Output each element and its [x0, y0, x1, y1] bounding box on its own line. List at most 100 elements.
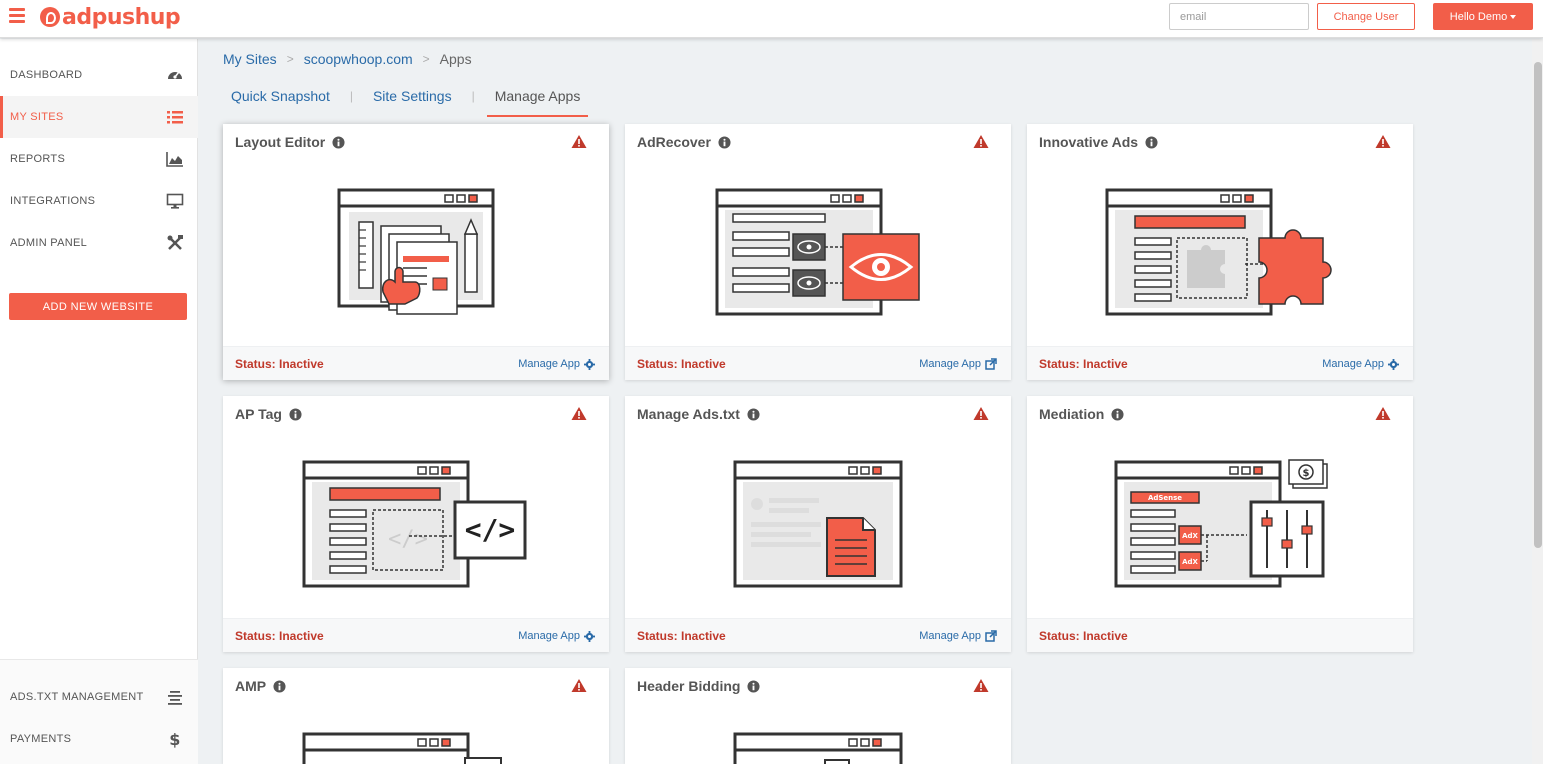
tab-site-settings[interactable]: Site Settings [365, 82, 460, 117]
sidebar-item-my-sites[interactable]: MY SITES [0, 96, 198, 138]
manage-app-link[interactable]: Manage App [518, 630, 595, 642]
sidebar-item-payments[interactable]: PAYMENTS $ [0, 718, 198, 760]
tab-quick-snapshot[interactable]: Quick Snapshot [223, 82, 338, 117]
sidebar-item-label: INTEGRATIONS [10, 195, 96, 207]
manage-app-link[interactable]: Manage App [518, 358, 595, 370]
app-card-header-bidding[interactable]: Header Bidding [625, 668, 1011, 764]
breadcrumb: My Sites > scoopwhoop.com > Apps [223, 51, 472, 67]
info-icon[interactable] [332, 135, 345, 149]
info-icon[interactable] [1145, 135, 1158, 149]
card-footer: Status: Inactive [1027, 618, 1413, 652]
card-title-text: Layout Editor [235, 134, 326, 150]
card-footer: Status: Inactive Manage App [625, 618, 1011, 652]
info-icon[interactable] [747, 407, 760, 421]
manage-app-link[interactable]: Manage App [919, 358, 997, 370]
adpushup-logo[interactable]: adpushup [40, 4, 181, 30]
status-text: Status: Inactive [1039, 629, 1128, 643]
card-title: Layout Editor [235, 134, 345, 150]
info-icon[interactable] [273, 679, 286, 693]
site-tabs: Quick Snapshot | Site Settings | Manage … [223, 82, 589, 117]
app-card-manage-ads-txt[interactable]: Manage Ads.txt Status: Inactive Manage A… [625, 396, 1011, 652]
adrecover-illustration [715, 188, 920, 316]
warning-icon [1375, 407, 1391, 420]
breadcrumb-separator: > [422, 52, 430, 66]
logo-text: adpushup [62, 4, 181, 30]
manage-app-link[interactable]: Manage App [1322, 358, 1399, 370]
app-card-layout-editor[interactable]: Layout Editor Status: Inactive Manage Ap… [223, 124, 609, 380]
manage-app-link[interactable]: Manage App [919, 630, 997, 642]
sidebar-item-label: PAYMENTS [10, 733, 72, 745]
email-input[interactable] [1169, 3, 1309, 30]
status-text: Status: Inactive [637, 357, 726, 371]
card-title-text: AP Tag [235, 406, 282, 422]
manage-app-label: Manage App [919, 358, 981, 370]
info-icon[interactable] [1111, 407, 1124, 421]
tab-manage-apps[interactable]: Manage Apps [486, 82, 589, 117]
manage-app-label: Manage App [518, 630, 580, 642]
app-card-amp[interactable]: AMP [223, 668, 609, 764]
warning-icon [571, 679, 587, 692]
sidebar-item-integrations[interactable]: INTEGRATIONS [0, 180, 198, 222]
external-link-icon [985, 358, 997, 370]
hamburger-menu-icon[interactable] [9, 8, 25, 24]
card-title: Header Bidding [637, 678, 761, 694]
app-card-mediation[interactable]: Mediation AdSense AdX AdX $ Status: Inac [1027, 396, 1413, 652]
info-icon[interactable] [747, 679, 761, 693]
svg-text:$: $ [1303, 468, 1310, 479]
amp-illustration [302, 732, 502, 764]
sidebar-bottom-section: ADS.TXT MANAGEMENT PAYMENTS $ [0, 659, 198, 764]
change-user-button[interactable]: Change User [1317, 3, 1415, 30]
card-title: Innovative Ads [1039, 134, 1158, 150]
app-card-adrecover[interactable]: AdRecover Status: Inactive Manage App [625, 124, 1011, 380]
manage-app-label: Manage App [919, 630, 981, 642]
status-text: Status: Inactive [637, 629, 726, 643]
monitor-icon [166, 193, 184, 209]
status-text: Status: Inactive [1039, 357, 1128, 371]
hello-user-dropdown[interactable]: Hello Demo [1433, 3, 1533, 30]
app-card-ap-tag[interactable]: AP Tag </> </> Status: Inactive Manage A… [223, 396, 609, 652]
sidebar: DASHBOARD MY SITES REPORTS INTEGRATIONS … [0, 39, 198, 764]
warning-icon [571, 135, 587, 148]
tab-separator: | [349, 89, 353, 103]
card-title-text: Innovative Ads [1039, 134, 1139, 150]
card-footer: Status: Inactive Manage App [625, 346, 1011, 380]
card-footer: Status: Inactive Manage App [223, 346, 609, 380]
breadcrumb-site[interactable]: scoopwhoop.com [304, 51, 413, 67]
app-card-innovative-ads[interactable]: Innovative Ads Status: Inactive Manage A… [1027, 124, 1413, 380]
card-title: AP Tag [235, 406, 302, 422]
page-scrollbar-thumb[interactable] [1534, 62, 1542, 548]
card-title: AdRecover [637, 134, 731, 150]
info-icon[interactable] [289, 407, 302, 421]
sidebar-item-admin-panel[interactable]: ADMIN PANEL [0, 222, 198, 264]
card-title-text: Mediation [1039, 406, 1105, 422]
innovative-ads-illustration [1105, 188, 1332, 316]
card-title-text: Header Bidding [637, 678, 741, 694]
warning-icon [973, 407, 989, 420]
gear-icon [584, 358, 595, 370]
sidebar-item-dashboard[interactable]: DASHBOARD [0, 54, 198, 96]
card-footer: Status: Inactive Manage App [1027, 346, 1413, 380]
info-icon[interactable] [718, 135, 731, 149]
card-title-text: AMP [235, 678, 267, 694]
dashboard-gauge-icon [168, 72, 182, 79]
layout-editor-illustration [337, 188, 495, 315]
tools-icon [167, 235, 183, 250]
breadcrumb-separator: > [286, 52, 294, 66]
warning-icon [1375, 135, 1391, 148]
sidebar-item-label: DASHBOARD [10, 69, 83, 81]
gear-icon [1388, 358, 1399, 370]
add-new-website-button[interactable]: ADD NEW WEBSITE [9, 293, 187, 320]
caret-down-icon [1510, 14, 1517, 19]
card-title: Manage Ads.txt [637, 406, 760, 422]
svg-text:$: $ [169, 730, 180, 748]
sidebar-item-label: ADS.TXT MANAGEMENT [10, 691, 144, 703]
card-title-text: Manage Ads.txt [637, 406, 740, 422]
sidebar-item-reports[interactable]: REPORTS [0, 138, 198, 180]
adx-label: AdX [1182, 532, 1198, 540]
ads-txt-illustration [733, 460, 903, 588]
breadcrumb-current: Apps [439, 51, 472, 67]
sidebar-item-ads-txt-management[interactable]: ADS.TXT MANAGEMENT [0, 676, 198, 718]
warning-icon [973, 679, 989, 692]
breadcrumb-my-sites[interactable]: My Sites [223, 51, 277, 67]
ap-tag-illustration: </> </> [302, 460, 527, 588]
